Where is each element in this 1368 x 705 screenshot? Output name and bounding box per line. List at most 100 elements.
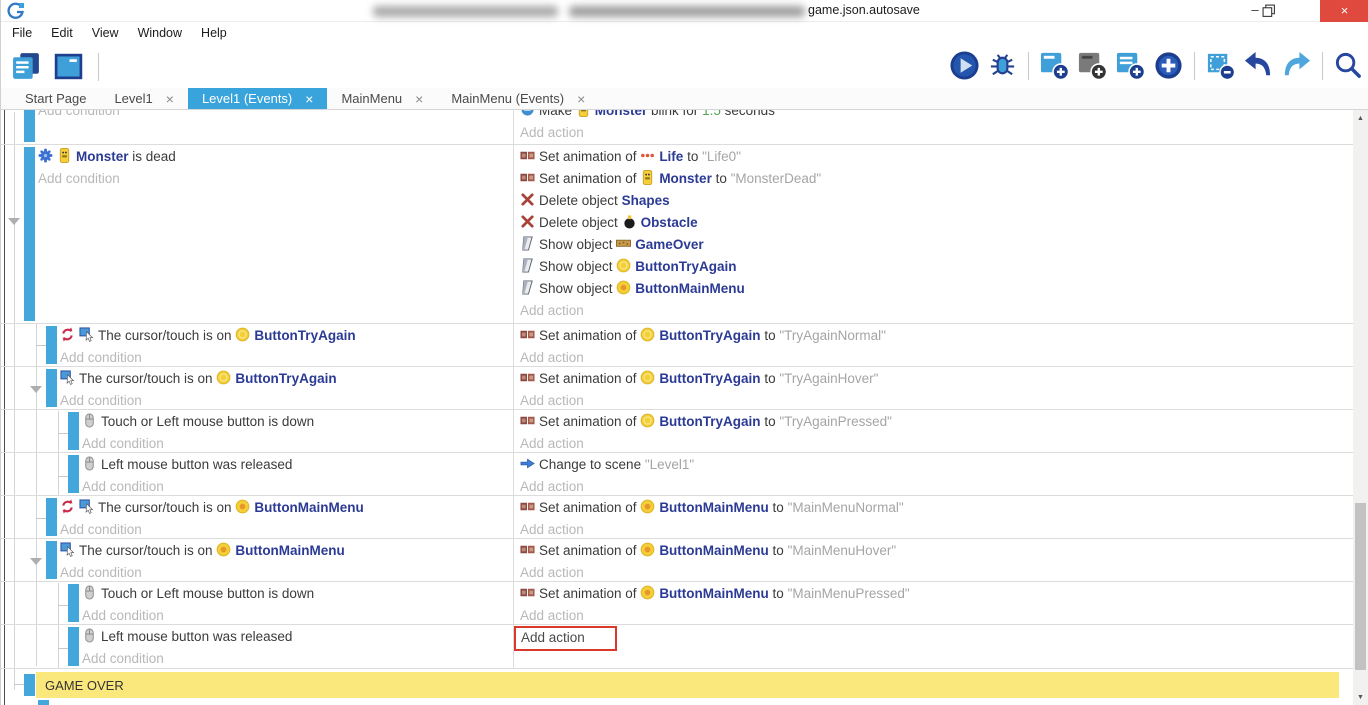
add-condition-button[interactable]: Add condition — [82, 479, 164, 494]
scroll-up-icon[interactable]: ▲ — [1353, 115, 1368, 122]
add-action-button[interactable]: Add action — [520, 436, 584, 451]
add-condition-button[interactable]: Add condition — [82, 436, 164, 451]
add-condition-button[interactable]: Add condition — [82, 651, 164, 666]
event-row[interactable]: Touch or Left mouse button is downAdd co… — [1, 582, 1354, 625]
remove-event-icon[interactable] — [1205, 50, 1236, 81]
conditions-cell[interactable]: The cursor/touch is on ButtonMainMenu Add… — [1, 540, 513, 584]
condition-line[interactable]: Add condition — [60, 390, 513, 412]
action-line[interactable]: Add action — [514, 390, 1354, 412]
add-condition-button[interactable]: Add condition — [60, 522, 142, 537]
add-condition-button[interactable]: Add condition — [60, 350, 142, 365]
tab-mainmenu[interactable]: MainMenu× — [327, 88, 437, 109]
event-row[interactable]: Touch or Left mouse button is down Add co… — [1, 410, 1354, 453]
condition-line[interactable]: The cursor/touch is on ButtonTryAgain — [60, 368, 513, 390]
add-action-button[interactable]: Add action — [521, 630, 585, 645]
play-icon[interactable] — [949, 50, 980, 81]
event-row[interactable]: Left mouse button was released Add condit… — [1, 625, 1354, 669]
condition-line[interactable]: Add condition — [82, 648, 513, 670]
conditions-cell[interactable]: Left mouse button was releasedAdd condit… — [1, 454, 513, 498]
conditions-cell[interactable]: The cursor/touch is on ButtonTryAgain Add… — [1, 325, 513, 369]
search-icon[interactable] — [1333, 50, 1364, 81]
condition-line[interactable]: Add condition — [38, 110, 513, 122]
conditions-cell[interactable]: Monster is dead Add condition — [1, 146, 513, 190]
add-condition-button[interactable]: Add condition — [60, 565, 142, 580]
action-line[interactable]: Add action — [514, 476, 1354, 498]
add-action-button[interactable]: Add action — [520, 393, 584, 408]
condition-line[interactable]: Left mouse button was released — [82, 626, 513, 648]
close-icon[interactable]: × — [305, 91, 313, 107]
condition-line[interactable]: The cursor/touch is on ButtonMainMenu — [60, 497, 513, 519]
highlighted-add-action[interactable]: Add action — [514, 626, 617, 651]
condition-line[interactable]: Add condition — [60, 562, 513, 584]
actions-cell[interactable]: Set animation of ButtonMainMenu to "Main… — [514, 497, 1354, 541]
actions-cell[interactable]: Set animation of ButtonTryAgain to "TryA… — [514, 368, 1354, 412]
condition-line[interactable]: Add condition — [60, 519, 513, 541]
event-row[interactable]: Monster is dead Add condition Set animatio… — [1, 145, 1354, 324]
tab-start-page[interactable]: Start Page — [11, 88, 100, 109]
condition-line[interactable]: Monster is dead — [38, 146, 513, 168]
condition-line[interactable]: The cursor/touch is on ButtonMainMenu — [60, 540, 513, 562]
conditions-cell[interactable]: Add condition — [1, 110, 513, 122]
add-action-button[interactable]: Add action — [520, 303, 584, 318]
add-sub-event-icon[interactable] — [1077, 50, 1108, 81]
event-row[interactable]: Left mouse button was releasedAdd condit… — [1, 453, 1354, 496]
tab-mainmenu-events[interactable]: MainMenu (Events)× — [437, 88, 599, 109]
action-line[interactable]: Set animation of Life to "Life0" — [514, 146, 1354, 168]
menu-item-help[interactable]: Help — [198, 24, 230, 42]
scene-window-icon[interactable] — [53, 51, 84, 82]
action-line[interactable]: Show object ButtonMainMenu — [514, 278, 1354, 300]
condition-line[interactable]: Add condition — [60, 347, 513, 369]
add-action-button[interactable]: Add action — [520, 565, 584, 580]
undo-icon[interactable] — [1243, 50, 1274, 81]
actions-cell[interactable]: Set animation of ButtonMainMenu to "Main… — [514, 583, 1354, 627]
conditions-cell[interactable]: The cursor/touch is on ButtonTryAgainAdd… — [1, 368, 513, 412]
add-action-button[interactable]: Add action — [520, 608, 584, 623]
conditions-cell[interactable]: The cursor/touch is on ButtonMainMenu Add… — [1, 497, 513, 541]
add-action-button[interactable]: Add action — [520, 125, 584, 140]
action-line[interactable]: Delete object Shapes — [514, 190, 1354, 212]
add-plus-icon[interactable] — [1153, 50, 1184, 81]
restore-button[interactable] — [1262, 4, 1276, 18]
action-line[interactable]: Add action — [514, 626, 1354, 648]
conditions-cell[interactable]: Touch or Left mouse button is downAdd co… — [1, 583, 513, 627]
action-line[interactable]: Set animation of ButtonMainMenu to "Main… — [514, 497, 1354, 519]
action-line[interactable]: Set animation of ButtonTryAgain to "TryA… — [514, 325, 1354, 347]
action-line[interactable]: Delete object Obstacle — [514, 212, 1354, 234]
close-button[interactable]: × — [1320, 0, 1368, 22]
condition-line[interactable]: Add condition — [38, 168, 513, 190]
condition-line[interactable]: The cursor/touch is on ButtonTryAgain — [60, 325, 513, 347]
actions-cell[interactable]: Change to scene "Level1" Add action — [514, 454, 1354, 498]
actions-cell[interactable]: Set animation of ButtonTryAgain to "TryA… — [514, 411, 1354, 455]
action-line[interactable]: Set animation of ButtonMainMenu to "Main… — [514, 540, 1354, 562]
add-condition-button[interactable]: Add condition — [38, 171, 120, 186]
tab-level1-events[interactable]: Level1 (Events)× — [188, 88, 328, 109]
add-action-button[interactable]: Add action — [520, 350, 584, 365]
conditions-cell[interactable]: Touch or Left mouse button is down Add co… — [1, 411, 513, 455]
vertical-scrollbar[interactable]: ▲ ▼ — [1353, 110, 1368, 705]
actions-cell[interactable]: Add action — [514, 626, 1354, 648]
add-event-icon[interactable] — [1039, 50, 1070, 81]
event-row[interactable]: Add condition Make Monster blink for 1.5 … — [1, 110, 1354, 145]
add-condition-button[interactable]: Add condition — [82, 608, 164, 623]
add-action-button[interactable]: Add action — [520, 522, 584, 537]
condition-line[interactable]: Add condition — [82, 433, 513, 455]
add-action-button[interactable]: Add action — [520, 479, 584, 494]
condition-line[interactable]: Touch or Left mouse button is down — [82, 411, 513, 433]
action-line[interactable]: Add action — [514, 122, 1354, 144]
menu-item-file[interactable]: File — [9, 24, 35, 42]
action-line[interactable]: Make Monster blink for 1.5 seconds — [514, 110, 1354, 122]
action-line[interactable]: Add action — [514, 519, 1354, 541]
close-icon[interactable]: × — [166, 91, 174, 107]
add-condition-button[interactable]: Add condition — [38, 110, 120, 118]
close-icon[interactable]: × — [415, 91, 423, 107]
actions-cell[interactable]: Set animation of ButtonMainMenu to "Main… — [514, 540, 1354, 584]
event-row[interactable]: The cursor/touch is on ButtonMainMenu Add… — [1, 496, 1354, 539]
event-row[interactable]: The cursor/touch is on ButtonTryAgain Add… — [1, 324, 1354, 367]
tab-level1[interactable]: Level1× — [100, 88, 188, 109]
menu-item-edit[interactable]: Edit — [48, 24, 76, 42]
action-line[interactable]: Add action — [514, 300, 1354, 322]
action-line[interactable]: Change to scene "Level1" — [514, 454, 1354, 476]
action-line[interactable]: Set animation of ButtonTryAgain to "TryA… — [514, 411, 1354, 433]
add-comment-icon[interactable] — [1115, 50, 1146, 81]
action-line[interactable]: Add action — [514, 562, 1354, 584]
